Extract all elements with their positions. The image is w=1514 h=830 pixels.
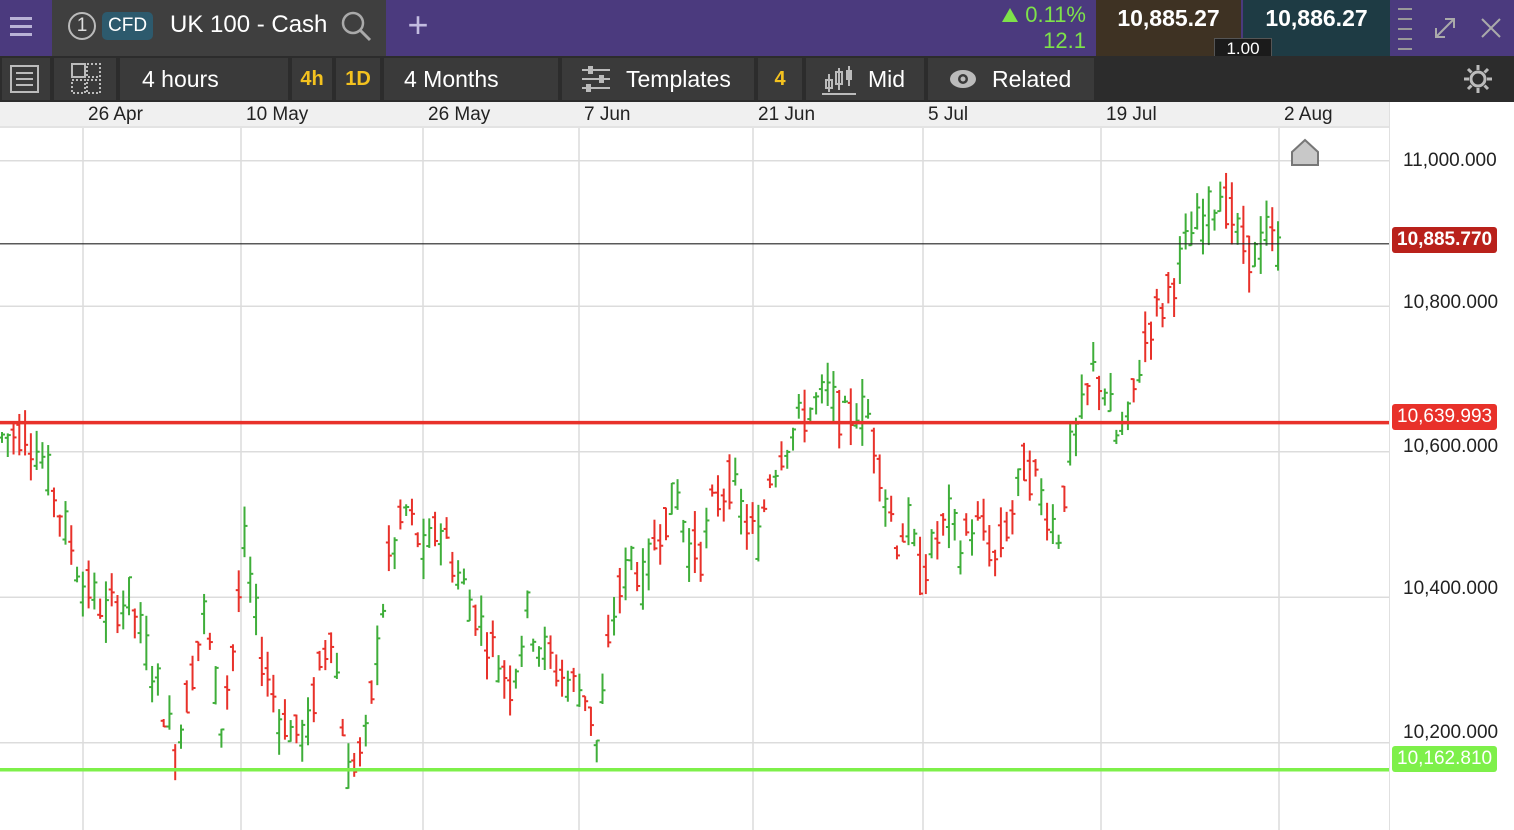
related-button[interactable]: Related (928, 58, 1094, 100)
x-tick-label: 5 Jul (928, 104, 969, 125)
support-price-tag: 10,162.810 (1392, 746, 1498, 772)
price-type-selector[interactable]: Mid (806, 58, 924, 100)
price-type-label: Mid (868, 66, 906, 92)
candles-icon (822, 66, 856, 95)
buy-price: 10,886.27 (1265, 5, 1368, 31)
quick-interval-1d[interactable]: 1D (336, 58, 380, 100)
range-selector[interactable]: 4 Months (384, 58, 558, 100)
change-percent-value: 0.11% (1025, 2, 1086, 27)
instrument-index-badge: 1 (68, 12, 96, 40)
add-instrument-button[interactable]: + (400, 0, 436, 56)
x-tick-label: 10 May (246, 104, 309, 125)
x-tick-label: 26 Apr (88, 104, 143, 125)
templates-button[interactable]: Templates (562, 58, 754, 100)
x-tick-label: 19 Jul (1106, 104, 1157, 125)
y-tick-label: 10,400.000 (1403, 578, 1499, 599)
interval-selector[interactable]: 4 hours (120, 58, 288, 100)
menu-icon[interactable] (0, 0, 50, 56)
x-tick-label: 26 May (428, 104, 491, 125)
y-tick-label: 10,200.000 (1403, 722, 1499, 743)
toolbar-spacer (1098, 58, 1512, 100)
eye-icon (950, 70, 976, 88)
templates-label: Templates (626, 66, 731, 92)
related-label: Related (992, 66, 1072, 92)
daily-change: 0.11% 12.1 (990, 0, 1094, 56)
expand-icon[interactable] (1430, 13, 1460, 43)
up-arrow-icon (1002, 8, 1019, 22)
home-marker-icon (1291, 138, 1319, 166)
time-axis[interactable] (0, 102, 1389, 128)
layout-button[interactable] (54, 58, 116, 100)
instrument-selector[interactable]: 1 CFD UK 100 - Cash (52, 0, 386, 56)
x-tick-label: 21 Jun (758, 104, 816, 125)
list-icon (10, 65, 39, 93)
search-icon[interactable] (340, 10, 374, 44)
quick-interval-4h[interactable]: 4h (292, 58, 332, 100)
y-tick-label: 10,600.000 (1403, 436, 1499, 457)
instrument-name: UK 100 - Cash (170, 11, 328, 38)
current-price-tag: 10,885.770 (1392, 227, 1498, 253)
resistance-price-tag: 10,639.993 (1392, 404, 1498, 430)
list-view-button[interactable] (2, 58, 50, 100)
layout-icon (71, 63, 101, 94)
gear-icon[interactable] (1460, 61, 1496, 97)
price-axis[interactable] (1389, 102, 1514, 830)
sell-price: 10,885.27 (1117, 5, 1220, 31)
instrument-type-badge: CFD (102, 12, 154, 40)
sliders-icon (582, 66, 610, 92)
change-points: 12.1 (1043, 28, 1086, 53)
price-chart[interactable] (0, 128, 1389, 830)
x-tick-label: 2 Aug (1284, 104, 1333, 125)
y-tick-label: 11,000.000 (1403, 150, 1497, 171)
y-tick-label: 10,800.000 (1403, 292, 1499, 313)
change-percent: 0.11% (1001, 2, 1086, 28)
spread-badge: 1.00 (1214, 38, 1272, 58)
close-icon[interactable] (1476, 13, 1506, 43)
x-tick-label: 7 Jun (584, 104, 631, 125)
drag-handle-icon[interactable] (1394, 0, 1418, 56)
templates-count-badge[interactable]: 4 (758, 58, 802, 100)
plus-icon: + (407, 4, 429, 45)
chart-toolbar: 4 hours 4h 1D 4 Months Templates 4 Mid R… (0, 56, 1514, 102)
instrument-header-bar: 1 CFD UK 100 - Cash + 0.11% 12.1 10,885.… (0, 0, 1514, 58)
